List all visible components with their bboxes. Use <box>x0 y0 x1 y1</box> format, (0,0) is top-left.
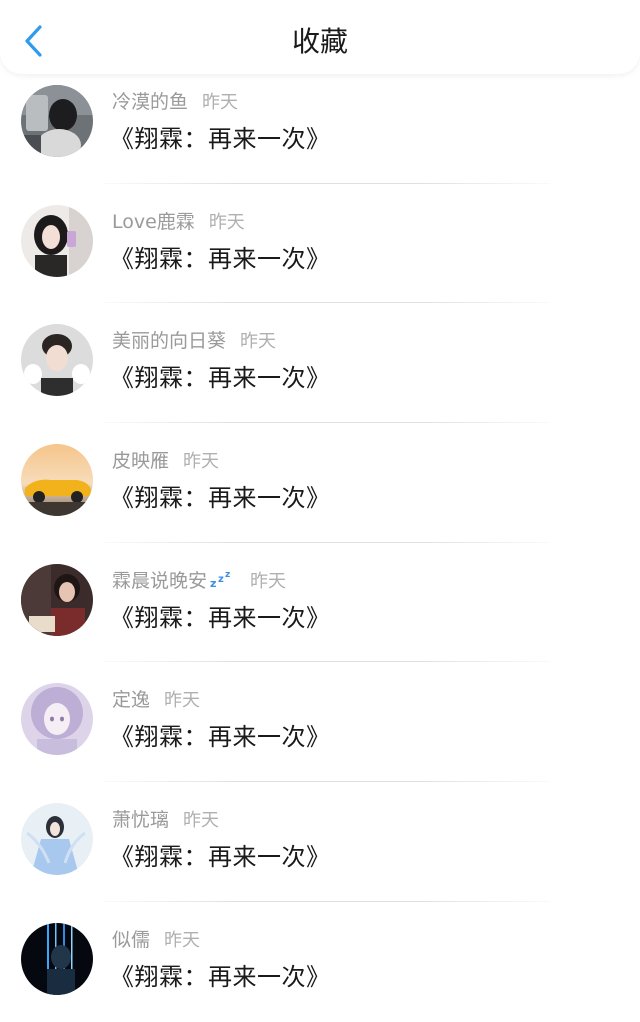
author-name: 似儒 <box>112 928 151 951</box>
item-meta: 萧忧璃 昨天 <box>112 806 219 835</box>
item-title: 《翔霖：再来一次》 <box>110 603 331 632</box>
item-title: 《翔霖：再来一次》 <box>110 364 331 393</box>
item-title: 《翔霖：再来一次》 <box>110 843 331 872</box>
avatar[interactable] <box>21 204 93 277</box>
item-title: 《翔霖：再来一次》 <box>110 962 331 991</box>
author-name: 萧忧璃 <box>112 809 170 832</box>
svg-text:z: z <box>210 577 216 589</box>
zzz-icon: z z z <box>210 570 230 589</box>
page-title: 收藏 <box>291 25 348 58</box>
author-name: 定逸 <box>112 689 151 712</box>
item-title: 《翔霖：再来一次》 <box>110 484 331 513</box>
list-item[interactable]: Love鹿霖 昨天 《翔霖：再来一次》 <box>0 184 640 304</box>
author-name: Love鹿霖 <box>112 210 195 233</box>
item-meta: 霖晨说晚安 z z z 昨天 <box>112 567 286 596</box>
item-time: 昨天 <box>240 331 277 353</box>
item-time: 昨天 <box>202 92 239 113</box>
author-name: 冷漠的鱼 <box>112 91 189 113</box>
avatar[interactable] <box>21 444 93 517</box>
item-time: 昨天 <box>250 570 287 592</box>
list-item[interactable]: 美丽的向日葵 昨天 《翔霖：再来一次》 <box>0 303 640 423</box>
avatar[interactable] <box>21 683 93 756</box>
list-item[interactable]: 似儒 昨天 《翔霖：再来一次》 <box>0 902 640 1022</box>
item-title: 《翔霖：再来一次》 <box>110 723 331 752</box>
favorites-list: 冷漠的鱼 昨天 《翔霖：再来一次》 Love鹿霖 昨天 《翔霖：再来一次》 美丽… <box>0 64 640 1022</box>
item-meta: Love鹿霖 昨天 <box>112 208 245 237</box>
item-meta: 冷漠的鱼 昨天 <box>112 88 238 117</box>
list-item[interactable]: 冷漠的鱼 昨天 《翔霖：再来一次》 <box>0 64 640 184</box>
avatar[interactable] <box>21 85 93 157</box>
list-item[interactable]: 霖晨说晚安 z z z 昨天 《翔霖：再来一次》 <box>0 543 640 663</box>
list-item[interactable]: 萧忧璃 昨天 《翔霖：再来一次》 <box>0 782 640 902</box>
item-title: 《翔霖：再来一次》 <box>110 244 331 273</box>
item-time: 昨天 <box>164 690 201 712</box>
author-name: 霖晨说晚安 <box>112 569 208 592</box>
svg-text:z: z <box>225 570 230 580</box>
item-time: 昨天 <box>183 810 220 832</box>
item-meta: 美丽的向日葵 昨天 <box>112 327 276 356</box>
list-item[interactable]: 定逸 昨天 《翔霖：再来一次》 <box>0 662 640 782</box>
list-item[interactable]: 皮映雁 昨天 《翔霖：再来一次》 <box>0 423 640 543</box>
avatar[interactable] <box>21 803 93 876</box>
author-name: 美丽的向日葵 <box>112 330 227 353</box>
header-bar: 收藏 <box>0 0 640 74</box>
avatar[interactable] <box>21 324 93 397</box>
avatar[interactable] <box>21 922 93 995</box>
item-time: 昨天 <box>164 929 201 951</box>
item-meta: 皮映雁 昨天 <box>112 447 219 476</box>
item-time: 昨天 <box>183 451 220 473</box>
svg-text:z: z <box>218 574 224 585</box>
item-meta: 似儒 昨天 <box>112 926 200 955</box>
item-time: 昨天 <box>208 211 245 233</box>
avatar[interactable] <box>21 563 93 636</box>
item-meta: 定逸 昨天 <box>112 686 200 715</box>
item-title: 《翔霖：再来一次》 <box>110 125 331 153</box>
author-name: 皮映雁 <box>112 450 170 473</box>
